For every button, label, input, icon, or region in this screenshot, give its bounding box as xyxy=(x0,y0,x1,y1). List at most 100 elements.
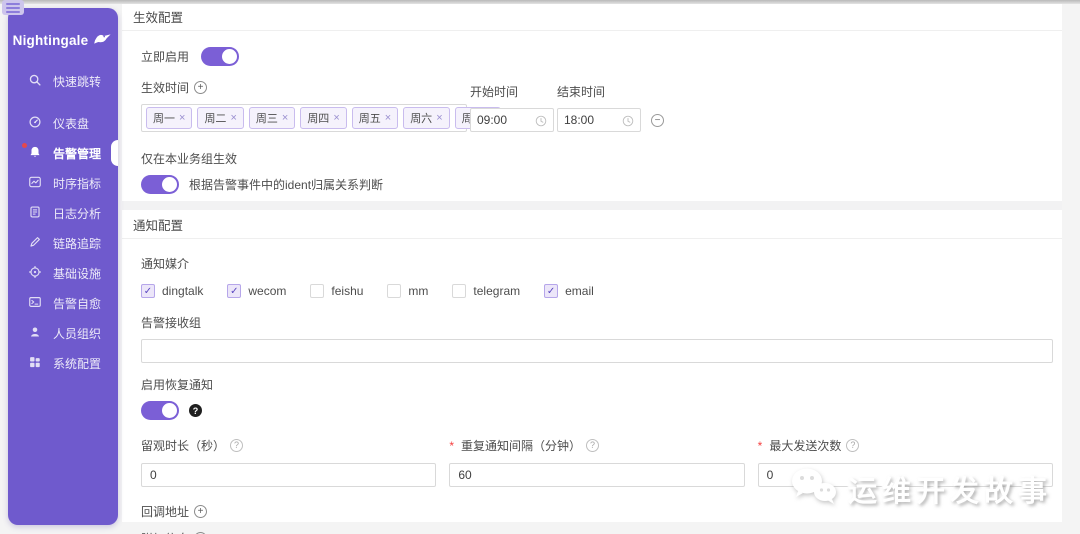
checkbox-checked-icon[interactable]: ✓ xyxy=(227,284,241,298)
channel-email[interactable]: ✓ email xyxy=(544,284,594,298)
weekday-tag[interactable]: 周六× xyxy=(403,107,449,129)
sidebar-item-label: 时序指标 xyxy=(53,175,101,192)
add-time-range-icon[interactable]: + xyxy=(194,81,207,94)
max-send-count-input[interactable] xyxy=(758,463,1053,487)
sidebar-item-tracing[interactable]: 链路追踪 xyxy=(8,228,118,258)
recovery-help-icon[interactable]: ? xyxy=(189,404,202,417)
remove-tag-icon[interactable]: × xyxy=(179,112,185,124)
nightingale-bird-icon xyxy=(93,30,113,51)
help-icon[interactable]: ? xyxy=(846,439,859,452)
remove-tag-icon[interactable]: × xyxy=(230,112,236,124)
sidebar-nav: 快速跳转 仪表盘 告警管理 时序指标 日志分析 xyxy=(8,66,118,378)
sidebar-item-label: 告警管理 xyxy=(53,145,101,162)
start-time-input[interactable] xyxy=(477,113,531,127)
clock-icon xyxy=(535,114,547,126)
remove-tag-icon[interactable]: × xyxy=(282,112,288,124)
end-time-label: 结束时间 xyxy=(557,83,641,100)
channel-feishu[interactable]: feishu xyxy=(310,284,363,298)
receivers-label: 告警接收组 xyxy=(141,314,1053,331)
checkbox-unchecked-icon[interactable] xyxy=(452,284,466,298)
section-divider xyxy=(122,201,1062,210)
sidebar-item-alert-management[interactable]: 告警管理 xyxy=(8,138,118,168)
channel-dingtalk[interactable]: ✓ dingtalk xyxy=(141,284,203,298)
repeat-interval-input[interactable] xyxy=(449,463,744,487)
checkbox-checked-icon[interactable]: ✓ xyxy=(141,284,155,298)
sidebar-item-label: 基础设施 xyxy=(53,265,101,282)
weekday-tag[interactable]: 周二× xyxy=(197,107,243,129)
sidebar-collapse-button[interactable] xyxy=(2,0,24,15)
observe-duration-label: 留观时长（秒） ? xyxy=(141,437,436,454)
sidebar-item-label: 人员组织 xyxy=(53,325,101,342)
checkbox-unchecked-icon[interactable] xyxy=(310,284,324,298)
end-time-picker[interactable] xyxy=(557,108,641,132)
app-screen: Nightingale 快速跳转 仪表盘 告警管理 xyxy=(0,0,1080,534)
checkbox-unchecked-icon[interactable] xyxy=(387,284,401,298)
clock-icon xyxy=(622,114,634,126)
sidebar-item-quick-jump[interactable]: 快速跳转 xyxy=(8,66,118,96)
receivers-input[interactable] xyxy=(141,339,1053,363)
channel-mm[interactable]: mm xyxy=(387,284,428,298)
weekday-tag[interactable]: 周一× xyxy=(146,107,192,129)
weekday-tag[interactable]: 周三× xyxy=(249,107,295,129)
sidebar-item-self-healing[interactable]: 告警自愈 xyxy=(8,288,118,318)
sidebar-item-label: 快速跳转 xyxy=(53,73,101,90)
weekday-tag[interactable]: 周四× xyxy=(300,107,346,129)
sidebar-item-logs[interactable]: 日志分析 xyxy=(8,198,118,228)
sidebar-item-label: 告警自愈 xyxy=(53,295,101,312)
help-icon[interactable]: ? xyxy=(586,439,599,452)
sidebar-item-metrics[interactable]: 时序指标 xyxy=(8,168,118,198)
search-icon xyxy=(28,73,42,90)
channel-wecom[interactable]: ✓ wecom xyxy=(227,284,286,298)
target-crosshair-icon xyxy=(28,265,42,282)
repeat-interval-label: * 重复通知间隔（分钟） ? xyxy=(449,437,744,454)
dashboard-gauge-icon xyxy=(28,115,42,132)
sidebar-item-dashboard[interactable]: 仪表盘 xyxy=(8,108,118,138)
sidebar-item-label: 仪表盘 xyxy=(53,115,89,132)
observe-duration-input[interactable] xyxy=(141,463,436,487)
callback-url-label: 回调地址 + xyxy=(141,503,1053,520)
line-chart-icon xyxy=(28,175,42,192)
remove-tag-icon[interactable]: × xyxy=(333,112,339,124)
extra-info-label: 附加信息 + xyxy=(141,530,1053,534)
numeric-fields-row: 留观时长（秒） ? * 重复通知间隔（分钟） ? xyxy=(141,437,1053,487)
max-send-count-label: * 最大发送次数 ? xyxy=(758,437,1053,454)
logo-text: Nightingale xyxy=(13,33,89,48)
weekday-tags-input[interactable]: 周一× 周二× 周三× 周四× 周五× 周六× 周日× xyxy=(141,104,467,132)
trace-pencil-icon xyxy=(28,235,42,252)
start-time-label: 开始时间 xyxy=(470,83,554,100)
scope-label: 仅在本业务组生效 xyxy=(141,150,1053,167)
weekday-tag[interactable]: 周五× xyxy=(352,107,398,129)
notify-media-label: 通知媒介 xyxy=(141,255,1053,272)
end-time-input[interactable] xyxy=(564,113,618,127)
sidebar-item-infrastructure[interactable]: 基础设施 xyxy=(8,258,118,288)
section-title-effective: 生效配置 xyxy=(122,4,1062,31)
checkbox-checked-icon[interactable]: ✓ xyxy=(544,284,558,298)
recovery-notify-toggle[interactable] xyxy=(141,401,179,420)
recovery-notify-label: 启用恢复通知 xyxy=(141,376,1053,393)
remove-tag-icon[interactable]: × xyxy=(436,112,442,124)
sidebar-item-system-config[interactable]: 系统配置 xyxy=(8,348,118,378)
sidebar-item-label: 链路追踪 xyxy=(53,235,101,252)
channel-telegram[interactable]: telegram xyxy=(452,284,520,298)
enable-now-label: 立即启用 xyxy=(141,48,189,65)
sidebar: Nightingale 快速跳转 仪表盘 告警管理 xyxy=(8,8,118,525)
effective-time-label: 生效时间 + xyxy=(141,79,467,96)
sidebar-item-label: 日志分析 xyxy=(53,205,101,222)
channel-checkbox-group: ✓ dingtalk ✓ wecom feishu mm xyxy=(141,284,1053,298)
person-icon xyxy=(28,325,42,342)
sidebar-item-label: 系统配置 xyxy=(53,355,101,372)
notify-config-section: 通知配置 通知媒介 ✓ dingtalk ✓ wecom feishu xyxy=(122,210,1062,522)
ident-scope-toggle-text: 根据告警事件中的ident归属关系判断 xyxy=(189,176,383,193)
start-time-picker[interactable] xyxy=(470,108,554,132)
section-title-notify: 通知配置 xyxy=(122,210,1062,239)
add-callback-icon[interactable]: + xyxy=(194,505,207,518)
enable-now-toggle[interactable] xyxy=(201,47,239,66)
remove-tag-icon[interactable]: × xyxy=(385,112,391,124)
logo[interactable]: Nightingale xyxy=(8,8,118,54)
terminal-icon xyxy=(28,295,42,312)
remove-time-range-icon[interactable]: − xyxy=(651,114,664,127)
ident-scope-toggle[interactable] xyxy=(141,175,179,194)
active-item-notch xyxy=(111,140,118,166)
help-icon[interactable]: ? xyxy=(230,439,243,452)
sidebar-item-people[interactable]: 人员组织 xyxy=(8,318,118,348)
